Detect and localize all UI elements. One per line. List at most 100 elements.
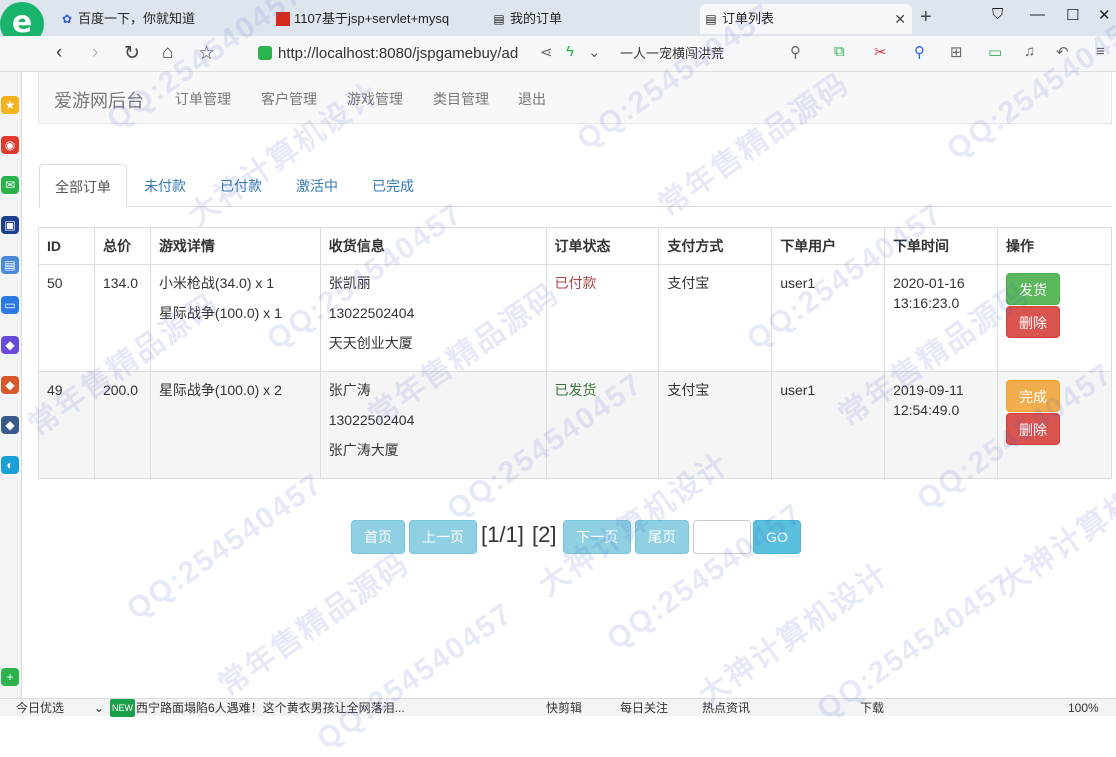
receiver-name: 张凯丽 xyxy=(328,275,371,291)
prev-page-button[interactable]: 上一页 xyxy=(409,520,477,554)
status-news-ticker[interactable]: 西宁路面塌陷6人遇难！这个黄衣男孩让全网落泪... xyxy=(136,699,416,717)
watermark-text: QQ:254540457 xyxy=(311,596,520,757)
delete-button[interactable]: 删除 xyxy=(1006,413,1060,445)
page-indicator: [1/1] xyxy=(481,522,524,547)
news-icon[interactable]: ▣ xyxy=(1,216,19,234)
tab-paid[interactable]: 已付款 xyxy=(205,164,277,207)
chevron-down-icon[interactable]: ⌄ xyxy=(588,43,601,61)
game-line: 小米枪战(34.0) x 1 xyxy=(158,275,275,291)
forward-icon[interactable]: › xyxy=(92,42,98,64)
monitor-icon[interactable]: ▭ xyxy=(1,296,19,314)
new-tab-icon[interactable]: + xyxy=(920,6,932,29)
status-hot-news[interactable]: 热点资讯 xyxy=(702,699,750,717)
lightning-icon[interactable]: ϟ xyxy=(566,43,574,60)
nav-link-category-management[interactable]: 类目管理 xyxy=(433,89,489,109)
watermark-text: 常年售精品源码 xyxy=(212,547,416,703)
baidu-paw-icon: ✿ xyxy=(61,12,73,26)
headphones-icon[interactable]: ♫ xyxy=(1024,43,1035,60)
cell-order-time: 2019-09-11 12:54:49.0 xyxy=(884,371,998,479)
menu-icon[interactable]: ≡ xyxy=(1096,43,1105,60)
cell-shipping-info: 张广涛 13022502404 张广涛大厦 xyxy=(319,371,547,479)
ship-button[interactable]: 发货 xyxy=(1006,273,1060,305)
mail-icon[interactable]: ✉ xyxy=(1,176,19,194)
battery-icon[interactable]: ▭ xyxy=(988,43,1002,61)
status-quick-edit[interactable]: 快剪辑 xyxy=(546,699,582,717)
game-icon-1[interactable]: ◆ xyxy=(1,336,19,354)
status-today-picks[interactable]: 今日优选 xyxy=(16,699,64,717)
status-download[interactable]: 下载 xyxy=(860,699,884,717)
maximize-icon[interactable]: ☐ xyxy=(1066,6,1079,24)
column-header-id: ID xyxy=(38,227,95,265)
column-header-actions: 操作 xyxy=(997,227,1112,265)
nav-link-order-management[interactable]: 订单管理 xyxy=(175,89,231,109)
delete-button[interactable]: 删除 xyxy=(1006,306,1060,338)
star-icon[interactable]: ★ xyxy=(1,96,19,114)
complete-button[interactable]: 完成 xyxy=(1006,380,1060,412)
browser-tab-baidu[interactable]: ✿ 百度一下，你就知道 xyxy=(56,4,266,34)
close-icon[interactable]: ✕ xyxy=(894,4,906,34)
search-input[interactable]: 一人一宠横闯洪荒 xyxy=(620,41,810,67)
weibo-icon[interactable]: ◉ xyxy=(1,136,19,154)
minimize-icon[interactable]: — xyxy=(1030,6,1045,23)
game-icon-3[interactable]: ◆ xyxy=(1,416,19,434)
status-zoom[interactable]: 100% xyxy=(1068,699,1099,717)
url-input[interactable]: http://localhost:8080/jspgamebuy/ad xyxy=(250,41,610,67)
shirt-icon[interactable]: ⛉ xyxy=(992,6,1003,23)
order-date: 2020-01-16 xyxy=(893,275,965,291)
cell-order-status: 已付款 xyxy=(545,264,660,372)
news-badge: NEW xyxy=(110,699,135,717)
browser-sidebar: ★ ◉ ✉ ▣ ▤ ▭ ◆ ◆ ◆ ◐ + xyxy=(0,72,22,698)
column-header-shipping-info: 收货信息 xyxy=(319,227,547,265)
page-link-2[interactable]: [2] xyxy=(532,518,556,552)
translate-icon[interactable]: ⧉ xyxy=(834,43,845,60)
page-number-input[interactable] xyxy=(693,520,751,554)
nav-link-customer-management[interactable]: 客户管理 xyxy=(261,89,317,109)
nav-link-game-management[interactable]: 游戏管理 xyxy=(347,89,403,109)
nav-link-logout[interactable]: 退出 xyxy=(518,89,546,109)
cell-payment-method: 支付宝 xyxy=(658,264,773,372)
url-text: http://localhost:8080/jspgamebuy/ad xyxy=(278,45,519,62)
status-daily-focus[interactable]: 每日关注 xyxy=(620,699,668,717)
brand-title[interactable]: 爱游网后台 xyxy=(54,87,144,113)
cell-order-status: 已发货 xyxy=(545,371,660,479)
column-header-total: 总价 xyxy=(93,227,151,265)
watermark-text: 大神计算机设计 xyxy=(692,557,896,713)
order-clock: 13:16:23.0 xyxy=(893,295,960,311)
favorite-star-icon[interactable]: ☆ xyxy=(198,42,215,65)
cell-actions: 发货 删除 xyxy=(997,264,1112,372)
reload-icon[interactable]: ↻ xyxy=(124,42,140,65)
tab-completed[interactable]: 已完成 xyxy=(357,164,429,207)
undo-icon[interactable]: ↶ xyxy=(1056,43,1069,61)
tab-all-orders[interactable]: 全部订单 xyxy=(39,164,127,208)
tab-unpaid[interactable]: 未付款 xyxy=(129,164,201,207)
orders-table: ID 总价 游戏详情 收货信息 订单状态 支付方式 下单用户 下单时间 操作 5… xyxy=(38,227,1112,479)
table-row: 50 134.0 小米枪战(34.0) x 1 星际战争(100.0) x 1 … xyxy=(38,264,1112,372)
go-button[interactable]: GO xyxy=(753,520,801,554)
next-page-button[interactable]: 下一页 xyxy=(563,520,631,554)
back-icon[interactable]: ‹ xyxy=(56,42,62,64)
browser-tab-order-list[interactable]: ▤ 订单列表 ✕ xyxy=(700,4,912,34)
receiver-address: 张广涛大厦 xyxy=(328,442,399,458)
search-icon[interactable]: ⚲ xyxy=(790,43,801,61)
chevron-down-icon[interactable]: ⌄ xyxy=(94,699,104,717)
order-clock: 12:54:49.0 xyxy=(893,402,960,418)
share-icon[interactable]: ⋖ xyxy=(540,43,553,61)
tab-activating[interactable]: 激活中 xyxy=(281,164,353,207)
scissors-icon[interactable]: ✂ xyxy=(874,43,887,61)
column-header-order-status: 订单状态 xyxy=(545,227,660,265)
apps-grid-icon[interactable]: ⊞ xyxy=(950,43,963,61)
browser-tab-project[interactable]: 1107基于jsp+servlet+mysq xyxy=(272,4,482,34)
game-icon-2[interactable]: ◆ xyxy=(1,376,19,394)
home-icon[interactable]: ⌂ xyxy=(162,42,173,64)
magnifier-icon[interactable]: ⚲ xyxy=(914,43,925,61)
add-icon[interactable]: + xyxy=(1,668,19,686)
cell-total: 134.0 xyxy=(93,264,151,372)
cloud-icon[interactable]: ◐ xyxy=(1,456,19,474)
document-icon[interactable]: ▤ xyxy=(1,256,19,274)
column-header-order-user: 下单用户 xyxy=(771,227,886,265)
page-icon: ▤ xyxy=(493,12,505,26)
browser-tab-my-orders[interactable]: ▤ 我的订单 xyxy=(488,4,698,34)
last-page-button[interactable]: 尾页 xyxy=(635,520,689,554)
window-close-icon[interactable]: ✕ xyxy=(1098,6,1111,24)
first-page-button[interactable]: 首页 xyxy=(351,520,405,554)
